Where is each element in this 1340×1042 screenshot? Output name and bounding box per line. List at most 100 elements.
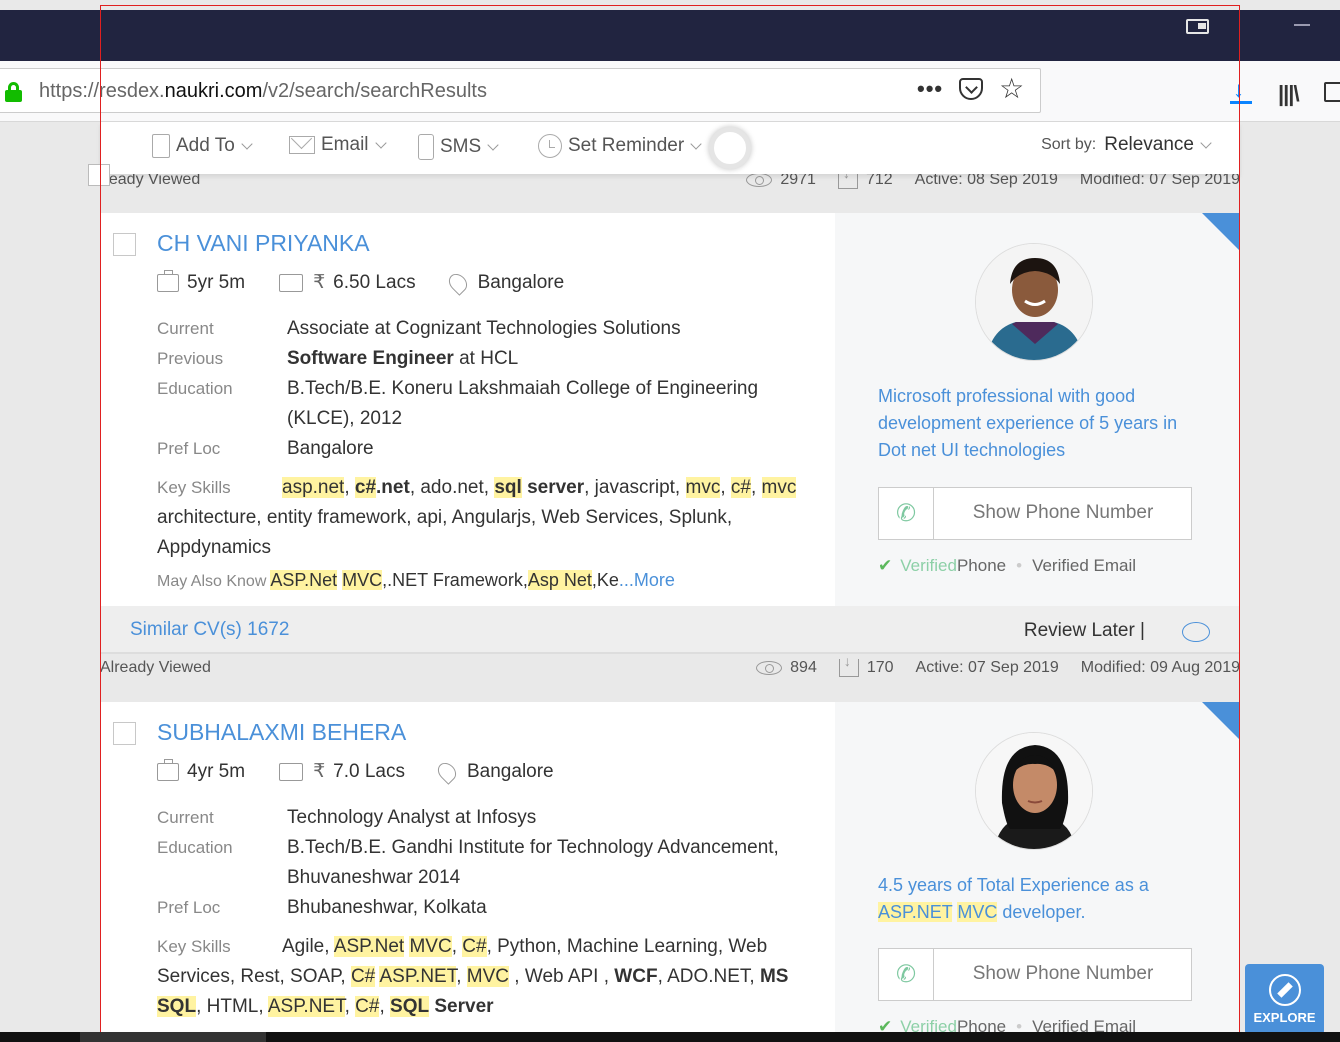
more-link[interactable]: ...More: [619, 570, 675, 590]
current-label: Current: [157, 808, 214, 827]
viewed-status: Already Viewed: [100, 659, 211, 676]
phone-icon: ✆: [879, 488, 934, 539]
pref-loc-label: Pref Loc: [157, 439, 221, 458]
previous-label: Previous: [157, 349, 224, 368]
experience: 4yr 5m: [187, 760, 246, 782]
clock-icon: [538, 134, 562, 158]
current-label: Current: [157, 319, 214, 338]
salary: 6.50 Lacs: [333, 271, 416, 293]
candidate-name[interactable]: SUBHALAXMI BEHERA: [157, 719, 406, 746]
education-label: Education: [157, 379, 233, 398]
wallet-icon: [279, 273, 304, 292]
wallet-icon: [279, 762, 304, 781]
card-footer: Similar CV(s) 1672 Review Later |: [100, 606, 1240, 654]
sort-dropdown[interactable]: Sort by: Relevance: [1041, 134, 1212, 156]
profile-summary[interactable]: 4.5 years of Total Experience as a ASP.NE…: [878, 872, 1198, 926]
briefcase-icon: [157, 269, 179, 292]
chevron-down-icon: [487, 138, 499, 151]
modified-date: Modified: 09 Aug 2019: [1080, 659, 1240, 676]
review-later-button[interactable]: Review Later |: [1024, 620, 1145, 642]
downloads-icon: [838, 653, 859, 677]
set-reminder-dropdown[interactable]: Set Reminder: [538, 134, 702, 158]
avatar: [975, 243, 1093, 361]
pref-loc-label: Pref Loc: [157, 898, 221, 917]
check-icon: ✔: [878, 1017, 893, 1032]
page-actions-icon[interactable]: •••: [917, 75, 943, 103]
candidate-checkbox[interactable]: [113, 722, 136, 745]
key-skills: Key Skills Agile, ASP.Net MVC, C#, Python…: [157, 936, 789, 1017]
minimize-icon[interactable]: [1294, 24, 1310, 26]
comment-icon[interactable]: [1182, 622, 1210, 642]
add-to-dropdown[interactable]: Add To: [152, 134, 253, 158]
salary: 7.0 Lacs: [333, 760, 405, 782]
chevron-down-icon: [374, 136, 387, 149]
bookmark-star-icon[interactable]: ☆: [999, 75, 1024, 103]
sidebar-icon[interactable]: [1324, 82, 1340, 102]
browser-titlebar: [0, 10, 1340, 61]
candidate-card: SUBHALAXMI BEHERA 4yr 5m ₹7.0 Lacs Banga…: [100, 702, 1240, 1032]
window-picture-icon[interactable]: [1186, 19, 1209, 34]
candidate-details: Current Technology Analyst at Infosys Edu…: [157, 803, 779, 923]
verification-status: ✔ Verified Phone • Verified Email: [878, 556, 1137, 575]
rupee-icon: ₹: [313, 272, 326, 293]
education-label: Education: [157, 838, 233, 857]
similar-cvs-link[interactable]: Similar CV(s) 1672: [130, 619, 289, 641]
downloads-count: 170: [866, 659, 894, 676]
explore-button[interactable]: EXPLORE: [1245, 964, 1324, 1035]
mail-icon: [289, 136, 315, 154]
verification-status: ✔ Verified Phone • Verified Email: [878, 1017, 1136, 1032]
email-dropdown[interactable]: Email: [289, 134, 387, 156]
current-value: Technology Analyst at Infosys: [287, 807, 537, 828]
show-phone-button[interactable]: ✆ Show Phone Number: [878, 948, 1192, 1001]
rupee-icon: ₹: [313, 761, 326, 782]
candidate-checkbox[interactable]: [113, 233, 136, 256]
mobile-icon: [418, 134, 434, 160]
views-count: 894: [790, 659, 817, 676]
result-meta: Already Viewed 894 170 Active: 07 Sep 20…: [100, 650, 1240, 688]
loading-spinner: [709, 127, 751, 169]
library-icon[interactable]: |||\: [1278, 81, 1300, 107]
views-eye-icon: [756, 661, 783, 675]
url-text[interactable]: https://resdex.naukri.com/v2/search/sear…: [39, 80, 487, 103]
location-pin-icon: [434, 758, 460, 785]
pref-loc-value: Bhubaneshwar, Kolkata: [287, 897, 487, 918]
address-bar[interactable]: https://resdex.naukri.com/v2/search/sear…: [0, 68, 1041, 113]
profile-summary[interactable]: Microsoft professional with good develop…: [878, 383, 1198, 464]
sms-dropdown[interactable]: SMS: [418, 134, 499, 160]
candidate-sidebar: 4.5 years of Total Experience as a ASP.NE…: [835, 702, 1240, 1032]
corner-flag: [1202, 213, 1240, 251]
current-value: Associate at Cognizant Technologies Solu…: [287, 318, 681, 339]
browser-navbar: https://resdex.naukri.com/v2/search/sear…: [0, 61, 1340, 122]
chevron-down-icon: [1200, 136, 1212, 149]
education-value: B.Tech/B.E. Koneru Lakshmaiah College of…: [287, 378, 759, 429]
may-also-know: May Also Know ASP.Net MVC,.NET Framework…: [157, 570, 675, 590]
pocket-icon[interactable]: [959, 78, 984, 100]
candidate-sidebar: Microsoft professional with good develop…: [835, 213, 1240, 606]
chevron-down-icon: [241, 137, 253, 150]
compass-icon: [1268, 974, 1301, 1006]
views-eye-icon: [746, 173, 773, 187]
action-toolbar: Add To Email SMS Set Reminder Sort by: Re…: [100, 122, 1240, 174]
check-icon: ✔: [878, 556, 893, 575]
location: Bangalore: [467, 760, 554, 782]
experience: 5yr 5m: [187, 271, 246, 293]
corner-flag: [1202, 702, 1240, 740]
lock-icon[interactable]: [5, 82, 22, 102]
avatar: [975, 732, 1093, 850]
taskbar: [0, 1032, 1340, 1042]
candidate-name[interactable]: CH VANI PRIYANKA: [157, 230, 370, 257]
document-icon: [152, 134, 170, 158]
show-phone-button[interactable]: ✆ Show Phone Number: [878, 487, 1192, 540]
download-icon[interactable]: ↓: [1230, 79, 1252, 105]
previous-value: Software Engineer at HCL: [287, 348, 519, 369]
search-results: lready Viewed 2971 712 Active: 08 Sep 20…: [100, 122, 1240, 1032]
pref-loc-value: Bangalore: [287, 438, 374, 459]
location: Bangalore: [477, 271, 565, 293]
active-date: Active: 07 Sep 2019: [915, 659, 1059, 676]
candidate-card: CH VANI PRIYANKA 5yr 5m ₹6.50 Lacs Banga…: [100, 213, 1240, 606]
key-skills: Key Skills asp.net, c#.net, ado.net, sql …: [157, 477, 797, 558]
candidate-details: Current Associate at Cognizant Technologi…: [157, 314, 758, 464]
chevron-down-icon: [690, 137, 702, 150]
location-pin-icon: [444, 269, 471, 296]
select-all-checkbox[interactable]: [88, 164, 110, 186]
